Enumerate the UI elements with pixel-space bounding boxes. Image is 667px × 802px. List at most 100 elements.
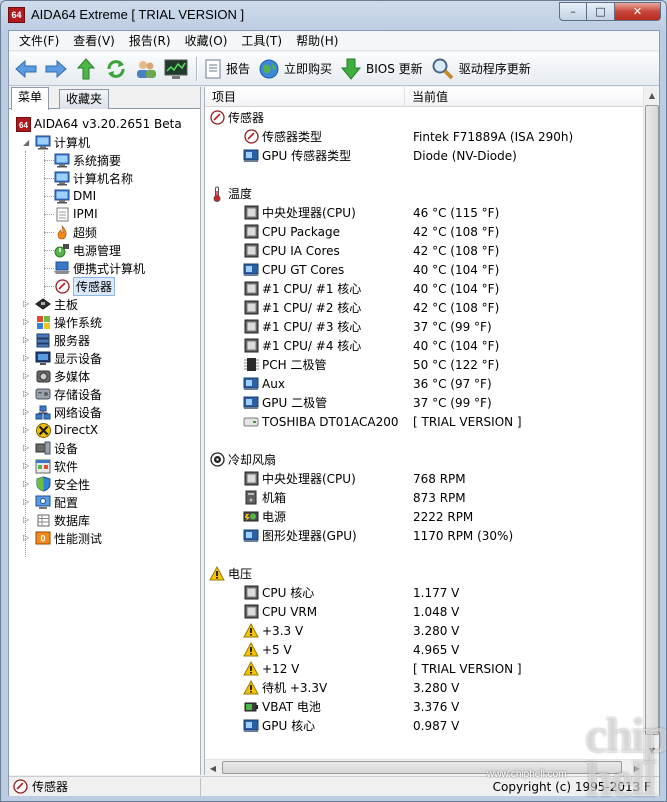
sensor-row[interactable]: +5 V 4.965 V (205, 640, 645, 659)
expand-tree-display-icon[interactable]: ▷ (23, 353, 29, 362)
scroll-up-icon[interactable]: ▲ (644, 87, 660, 104)
tree-dmi[interactable]: DMI (54, 187, 96, 205)
sensor-row[interactable]: CPU Package 42 °C (108 °F) (205, 222, 645, 241)
sensor-row[interactable]: +3.3 V 3.280 V (205, 621, 645, 640)
sensor-row[interactable]: GPU 传感器类型 Diode (NV-Diode) (205, 146, 645, 165)
sensor-row[interactable]: #1 CPU/ #4 核心 40 °C (104 °F) (205, 336, 645, 355)
tree-software[interactable]: 软件 (35, 457, 78, 475)
sensor-row[interactable]: VBAT 电池 3.376 V (205, 697, 645, 716)
monitor-graph-icon[interactable] (163, 56, 189, 82)
sensor-row[interactable]: 图形处理器(GPU) 1170 RPM (30%) (205, 526, 645, 545)
aida64-app-icon[interactable]: 64 (8, 7, 25, 23)
column-current-value[interactable]: 当前值 (405, 87, 448, 106)
sensor-row[interactable]: #1 CPU/ #1 核心 40 °C (104 °F) (205, 279, 645, 298)
group-header[interactable]: 冷却风扇 (209, 450, 276, 469)
tab-favorites[interactable]: 收藏夹 (59, 89, 110, 109)
buy-now-button[interactable]: 立即购买 (256, 55, 338, 83)
tree-operating-system[interactable]: 操作系统 (35, 313, 102, 331)
sensor-row[interactable]: TOSHIBA DT01ACA200 [ TRIAL VERSION ] (205, 412, 645, 431)
expand-tree-server-icon[interactable]: ▷ (23, 335, 29, 344)
expand-tree-devices-icon[interactable]: ▷ (23, 443, 29, 452)
vertical-scrollbar[interactable]: ▲ ▼ (643, 87, 659, 759)
back-arrow-icon[interactable] (13, 56, 39, 82)
sensor-row[interactable]: +12 V [ TRIAL VERSION ] (205, 659, 645, 678)
close-button[interactable]: ✕ (615, 2, 661, 21)
up-arrow-icon[interactable] (73, 56, 99, 82)
tree-root-aida64[interactable]: 64 AIDA64 v3.20.2651 Beta (15, 115, 182, 133)
sensor-row[interactable]: GPU 核心 0.987 V (205, 716, 645, 735)
tree-benchmark[interactable]: 0 性能测试 (35, 529, 102, 547)
sensor-row[interactable]: #1 CPU/ #2 核心 42 °C (108 °F) (205, 298, 645, 317)
expand-tree-storage-icon[interactable]: ▷ (23, 389, 29, 398)
minimize-button[interactable]: – (559, 2, 587, 21)
sensor-row[interactable]: 传感器类型 Fintek F71889A (ISA 290h) (205, 127, 645, 146)
expand-tree-software-icon[interactable]: ▷ (23, 461, 29, 470)
menu-file[interactable]: 文件(F) (12, 31, 66, 51)
tree-directx[interactable]: DirectX (35, 421, 98, 439)
users-icon[interactable] (133, 56, 159, 82)
group-header[interactable]: 温度 (209, 184, 252, 203)
sensor-row[interactable]: GPU 二极管 37 °C (99 °F) (205, 393, 645, 412)
vertical-scroll-thumb[interactable] (645, 105, 659, 735)
group-header[interactable]: 传感器 (209, 108, 264, 127)
sensor-row[interactable]: #1 CPU/ #3 核心 37 °C (99 °F) (205, 317, 645, 336)
sensor-row[interactable]: CPU VRM 1.048 V (205, 602, 645, 621)
driver-update-button[interactable]: 驱动程序更新 (429, 55, 537, 83)
tree-motherboard[interactable]: 主板 (35, 295, 78, 313)
tree-system-summary[interactable]: 系统摘要 (54, 151, 121, 169)
expand-tree-multimedia-icon[interactable]: ▷ (23, 371, 29, 380)
tree-network[interactable]: 网络设备 (35, 403, 102, 421)
sensor-row[interactable]: CPU GT Cores 40 °C (104 °F) (205, 260, 645, 279)
tree-storage[interactable]: 存储设备 (35, 385, 102, 403)
menu-help[interactable]: 帮助(H) (289, 31, 345, 51)
refresh-icon[interactable] (103, 56, 129, 82)
sensor-row[interactable]: Aux 36 °C (97 °F) (205, 374, 645, 393)
report-button[interactable]: 报告 (202, 55, 256, 83)
expand-tree-config-icon[interactable]: ▷ (23, 497, 29, 506)
sensor-row[interactable]: 中央处理器(CPU) 46 °C (115 °F) (205, 203, 645, 222)
horizontal-scrollbar[interactable]: ◀ ▶ (205, 759, 645, 775)
tree-server[interactable]: 服务器 (35, 331, 90, 349)
expand-tree-benchmark-icon[interactable]: ▷ (23, 533, 29, 542)
title-bar[interactable]: 64 AIDA64 Extreme [ TRIAL VERSION ] – □ … (1, 1, 666, 29)
menu-view[interactable]: 查看(V) (66, 31, 122, 51)
tree-devices[interactable]: 设备 (35, 439, 78, 457)
sensor-row[interactable]: PCH 二极管 50 °C (122 °F) (205, 355, 645, 374)
expand-tree-security-icon[interactable]: ▷ (23, 479, 29, 488)
bios-update-button[interactable]: BIOS 更新 (338, 55, 429, 83)
sensor-row[interactable]: 机箱 873 RPM (205, 488, 645, 507)
menu-favorites[interactable]: 收藏(O) (178, 31, 235, 51)
maximize-button[interactable]: □ (587, 2, 615, 21)
sensor-row[interactable]: 待机 +3.3V 3.280 V (205, 678, 645, 697)
expand-tree-directx-icon[interactable]: ▷ (23, 425, 29, 434)
sensor-row[interactable]: CPU IA Cores 42 °C (108 °F) (205, 241, 645, 260)
tree-overclock[interactable]: 超频 (54, 223, 97, 241)
tree-portable-computer[interactable]: 便携式计算机 (54, 259, 145, 277)
expand-tree-motherboard-icon[interactable]: ▷ (23, 299, 29, 308)
tree-power-management[interactable]: 电源管理 (54, 241, 121, 259)
tab-menu[interactable]: 菜单 (11, 87, 50, 110)
tree-multimedia[interactable]: 多媒体 (35, 367, 90, 385)
expand-tree-network-icon[interactable]: ▷ (23, 407, 29, 416)
tree-ipmi[interactable]: IPMI (54, 205, 98, 223)
menu-tools[interactable]: 工具(T) (234, 31, 289, 51)
tree-sensor[interactable]: 传感器 (54, 276, 116, 296)
sensor-row[interactable]: 中央处理器(CPU) 768 RPM (205, 469, 645, 488)
tree-display[interactable]: 显示设备 (35, 349, 102, 367)
sensor-row[interactable]: CPU 核心 1.177 V (205, 583, 645, 602)
tree-security[interactable]: 安全性 (35, 475, 90, 493)
menu-report[interactable]: 报告(R) (122, 31, 178, 51)
tree-config[interactable]: 配置 (35, 493, 78, 511)
sensor-row[interactable]: 电源 2222 RPM (205, 507, 645, 526)
group-header[interactable]: 电压 (209, 564, 252, 583)
tree-database[interactable]: 数据库 (35, 511, 90, 529)
scroll-left-icon[interactable]: ◀ (205, 760, 221, 777)
tree-computer[interactable]: 计算机 (35, 133, 90, 151)
expand-tree-database-icon[interactable]: ▷ (23, 515, 29, 524)
scroll-down-icon[interactable]: ▼ (644, 742, 660, 759)
expand-tree-operating-system-icon[interactable]: ▷ (23, 317, 29, 326)
column-item[interactable]: 项目 (205, 87, 405, 106)
forward-arrow-icon[interactable] (43, 56, 69, 82)
tree-computer-name[interactable]: 计算机名称 (54, 169, 133, 187)
collapse-computer-icon[interactable]: ◢ (23, 138, 29, 147)
